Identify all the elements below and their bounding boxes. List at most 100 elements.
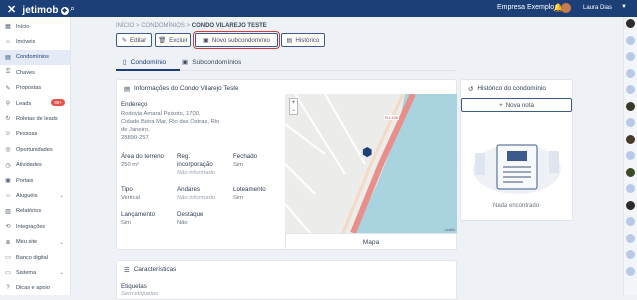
search-icon[interactable]: ⌕ bbox=[70, 3, 75, 14]
breadcrumb-home[interactable]: INÍCIO bbox=[116, 23, 134, 29]
sidebar-item-atividades[interactable]: ◷ Atividades bbox=[0, 158, 70, 173]
avatar[interactable] bbox=[561, 3, 571, 13]
sidebar-item-alugu-is[interactable]: ⌂ Aluguéis ⌄ bbox=[0, 188, 70, 203]
map-pin-icon[interactable]: ⬢ bbox=[362, 145, 372, 159]
sidebar-item-relat-rios[interactable]: ▥ Relatórios bbox=[0, 204, 70, 219]
history-button[interactable]: ▤ Histórico bbox=[281, 33, 325, 47]
features-card-title: ☰ Características bbox=[124, 266, 177, 274]
contact-avatar[interactable] bbox=[626, 19, 635, 28]
tab-bar: ▯ Condomínio ▣ Subcondomínios bbox=[116, 55, 457, 71]
map-attribution[interactable]: Leaflet bbox=[444, 228, 455, 232]
tab-condominio[interactable]: ▯ Condomínio bbox=[123, 58, 166, 67]
sidebar-item-oportunidades[interactable]: ◎ Oportunidades bbox=[0, 142, 70, 157]
zoom-in-button[interactable]: + bbox=[290, 99, 297, 107]
sidebar-icon: ▦ bbox=[5, 24, 11, 30]
contact-avatar[interactable] bbox=[626, 233, 635, 243]
sidebar-item-sistema[interactable]: ▭ Sistema ⌄ bbox=[0, 265, 70, 280]
contact-avatar[interactable] bbox=[626, 200, 635, 210]
sidebar-item-chaves[interactable]: ⚿ Chaves bbox=[0, 65, 70, 80]
closed-label: Fechado bbox=[233, 153, 258, 160]
sidebar-item-label: Portais bbox=[16, 177, 34, 184]
sidebar-icon: ⚲ bbox=[5, 101, 11, 107]
breadcrumb-condominios[interactable]: CONDOMÍNIOS bbox=[141, 23, 185, 29]
zoom-out-button[interactable]: − bbox=[290, 107, 297, 115]
sidebar-item-im-veis[interactable]: ⌂ Imóveis bbox=[0, 34, 70, 49]
close-icon[interactable]: ✕ bbox=[7, 4, 16, 16]
new-note-button[interactable]: + Nova nota bbox=[461, 98, 572, 112]
sidebar-item-propostas[interactable]: ✎ Propostas bbox=[0, 81, 70, 96]
map-caption: Mapa bbox=[285, 233, 457, 250]
list-icon: ☰ bbox=[124, 267, 130, 274]
allotment-value: Sim bbox=[233, 195, 243, 201]
top-bar: ✕ jetimob ◆ ⌕ Empresa Exemplo 🔔 Laura Dias… bbox=[0, 0, 637, 17]
sidebar: ▦ Início ⌂ Imóveis ▤ Condomínios ⚿ Chaves ✎ Propo… bbox=[0, 17, 71, 295]
chevron-down-icon: ⌄ bbox=[58, 270, 64, 277]
sidebar-item-label: Sistema bbox=[16, 269, 37, 276]
contact-avatar[interactable] bbox=[626, 134, 635, 144]
new-subcondominio-button[interactable]: ▣ Novo subcondomínio bbox=[193, 31, 280, 49]
address-value: Rodovia Amaral Peixoto, 1700, Cidade Bei… bbox=[121, 111, 220, 141]
contact-avatar[interactable] bbox=[626, 266, 635, 276]
road-label: RJ-106 bbox=[384, 115, 399, 120]
contact-avatar[interactable] bbox=[626, 184, 635, 193]
contact-avatar[interactable] bbox=[626, 217, 635, 226]
sidebar-item-dicas-e-apoio[interactable]: ? Dicas e apoio bbox=[0, 280, 70, 295]
sidebar-item-label: Dicas e apoio bbox=[16, 284, 50, 291]
floors-label: Andares bbox=[177, 186, 201, 193]
sidebar-item-condom-nios[interactable]: ▤ Condomínios bbox=[0, 49, 70, 65]
sidebar-icon: ◎ bbox=[5, 147, 11, 154]
sidebar-item-portais[interactable]: ▣ Portais bbox=[0, 173, 70, 188]
tab-subcondominios[interactable]: ▣ Subcondomínios bbox=[182, 58, 241, 67]
plus-icon: + bbox=[499, 101, 503, 109]
delete-button[interactable]: 🗑 Excluir bbox=[155, 33, 191, 47]
document-icon: ▯ bbox=[123, 59, 127, 66]
brand-logo[interactable]: ✕ jetimob ◆ bbox=[7, 3, 69, 16]
tags-label: Etiquetas bbox=[121, 283, 147, 290]
contact-avatar[interactable] bbox=[626, 35, 635, 45]
sidebar-icon: ▣ bbox=[5, 178, 11, 184]
sidebar-item-leads[interactable]: ⚲ Leads 99+ bbox=[0, 96, 70, 111]
company-selector[interactable]: Empresa Exemplo bbox=[497, 4, 554, 11]
sidebar-item-meu-site[interactable]: ⊕ Meu site ⌄ bbox=[0, 235, 70, 250]
sidebar-item-integra-es[interactable]: ⟲ Integrações bbox=[0, 219, 70, 234]
sidebar-item-label: Chaves bbox=[16, 69, 35, 76]
active-tab-indicator bbox=[116, 69, 180, 71]
contact-avatar[interactable] bbox=[626, 68, 635, 78]
sidebar-item-label: Condomínios bbox=[16, 54, 49, 61]
contact-avatar[interactable] bbox=[626, 151, 635, 160]
sidebar-icon: ? bbox=[6, 284, 10, 291]
contact-avatar[interactable] bbox=[626, 101, 635, 111]
contact-avatar[interactable] bbox=[626, 250, 635, 259]
sidebar-item-in-cio[interactable]: ▦ Início bbox=[0, 19, 70, 34]
contact-avatar[interactable] bbox=[626, 52, 635, 61]
sidebar-item-label: Banco digital bbox=[16, 254, 49, 261]
address-label: Endereço bbox=[121, 101, 148, 108]
edit-button[interactable]: ✎ Editar bbox=[116, 33, 152, 47]
pencil-icon: ✎ bbox=[121, 36, 127, 44]
chevron-down-icon: ⌄ bbox=[58, 239, 64, 246]
chevron-down-icon[interactable]: ▼ bbox=[621, 4, 627, 10]
sidebar-item-roletas-de-leads[interactable]: ↻ Roletas de leads bbox=[0, 111, 70, 126]
building-icon: ▣ bbox=[203, 36, 209, 44]
sidebar-item-label: Oportunidades bbox=[16, 146, 53, 153]
sidebar-item-label: Imóveis bbox=[16, 38, 36, 45]
location-map[interactable]: RJ-106 ⬢ + − Leaflet bbox=[285, 94, 457, 233]
sidebar-icon: ▥ bbox=[5, 208, 11, 215]
user-name[interactable]: Laura Dias bbox=[583, 5, 612, 11]
type-value: Vertical bbox=[121, 195, 141, 201]
zoom-control[interactable]: + − bbox=[289, 98, 298, 115]
contact-avatar[interactable] bbox=[626, 118, 635, 127]
area-label: Área do terreno bbox=[121, 153, 164, 160]
contact-avatar[interactable] bbox=[626, 85, 635, 94]
breadcrumb: INÍCIO > CONDOMÍNIOS > CONDO VILAREJO TE… bbox=[116, 23, 267, 29]
contact-avatar[interactable] bbox=[626, 167, 635, 177]
logo-mark-icon: ◆ bbox=[60, 7, 69, 15]
sidebar-item-pessoas[interactable]: ☺ Pessoas bbox=[0, 127, 70, 142]
features-card: ☰ Características bbox=[116, 260, 457, 300]
sidebar-icon: ⚿ bbox=[5, 69, 11, 76]
history-icon: ↺ bbox=[468, 86, 474, 93]
sidebar-item-banco-digital[interactable]: ▭ Banco digital bbox=[0, 250, 70, 265]
sidebar-icon: ⌂ bbox=[6, 192, 10, 199]
floors-value: Não informado bbox=[177, 195, 216, 201]
empty-message: Nada encontrado bbox=[493, 203, 540, 209]
